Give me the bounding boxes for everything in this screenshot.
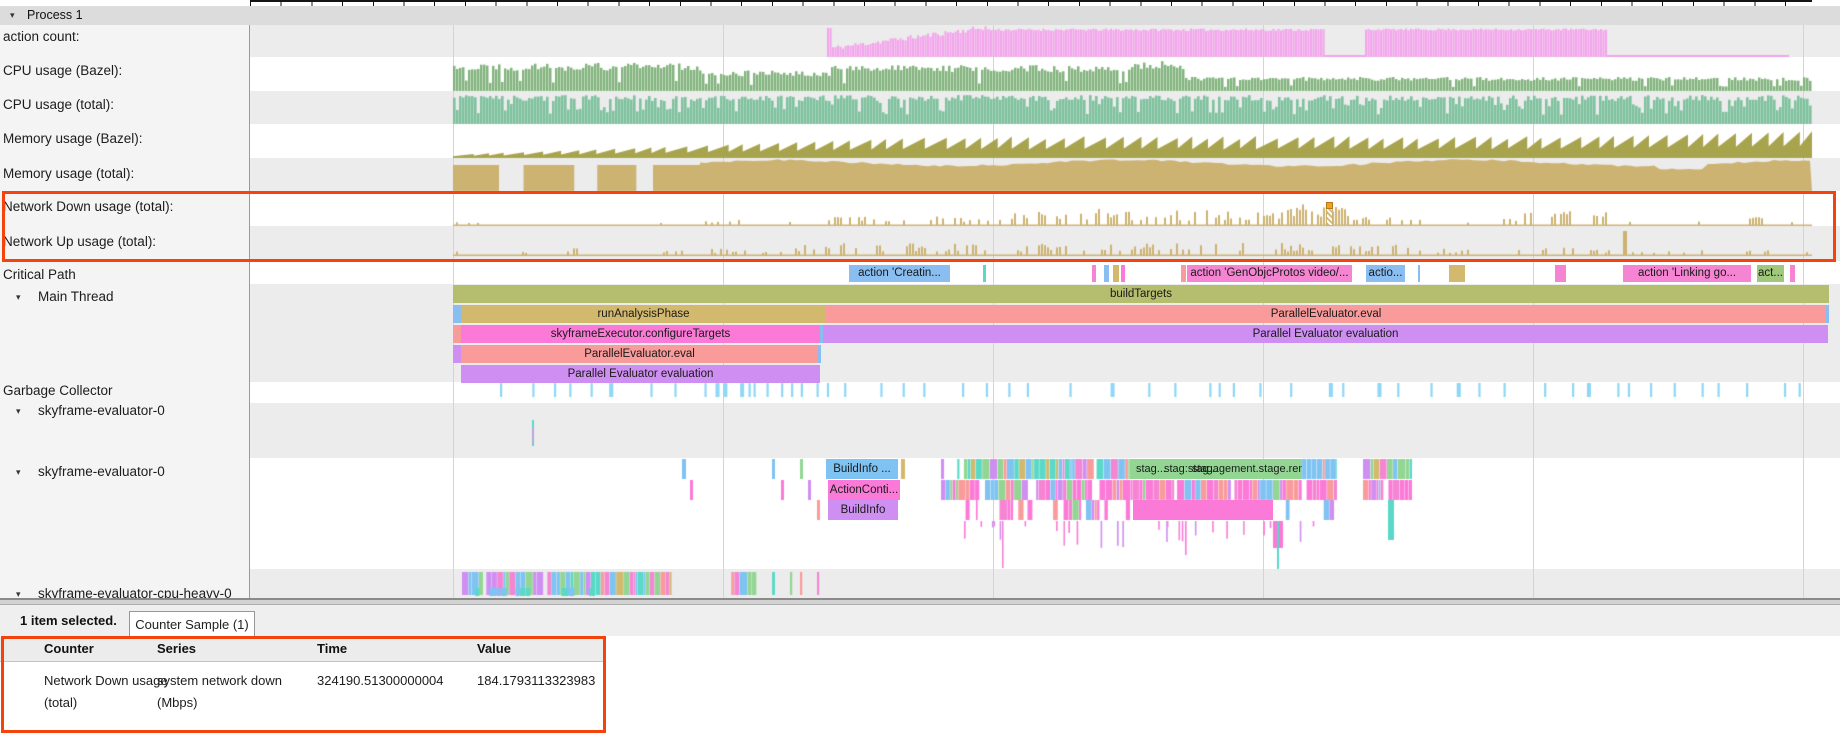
thread-slice[interactable]: [1133, 500, 1273, 520]
thread-slice[interactable]: BuildInfo ...: [826, 459, 898, 479]
critical-path-slice[interactable]: action 'Linking go...: [1623, 265, 1751, 282]
critical-path-slice[interactable]: [983, 265, 986, 282]
overlapping-slice-label: stagagement.stage.remot...: [1192, 459, 1302, 479]
critical-path-slice[interactable]: [1104, 265, 1109, 282]
critical-path-slice[interactable]: [1449, 265, 1465, 282]
flame-slice[interactable]: buildTargets: [453, 285, 1829, 303]
critical-path-slice[interactable]: [1790, 265, 1795, 282]
critical-path-slice[interactable]: [1113, 265, 1119, 282]
flame-slice[interactable]: Parallel Evaluator evaluation: [461, 365, 820, 383]
critical-path-slice[interactable]: [1418, 265, 1420, 282]
critical-path-slice[interactable]: [1092, 265, 1096, 282]
flame-slice[interactable]: ParallelEvaluator.eval: [461, 345, 818, 363]
overlapping-slice-label: stag...: [1136, 459, 1166, 479]
flame-slice[interactable]: [453, 345, 461, 363]
flame-slice[interactable]: [1826, 305, 1829, 323]
thread-slice-staging[interactable]: stag...stag:stag...stagagement.stage.rem…: [1130, 459, 1302, 479]
critical-path-slice[interactable]: [1121, 265, 1125, 282]
counter-chart-canvas[interactable]: [0, 0, 1840, 742]
critical-path-slice[interactable]: act...: [1757, 265, 1784, 282]
critical-path-slice[interactable]: [1555, 265, 1566, 282]
thread-slice[interactable]: BuildInfo: [828, 500, 898, 520]
flame-slice[interactable]: runAnalysisPhase: [461, 305, 826, 323]
thread-slice[interactable]: ActionConti...: [828, 480, 900, 500]
flame-slice[interactable]: [818, 345, 821, 363]
flame-slice[interactable]: skyframeExecutor.configureTargets: [461, 325, 820, 343]
flame-slice[interactable]: Parallel Evaluator evaluation: [823, 325, 1828, 343]
critical-path-slice[interactable]: action 'GenObjcProtos video/...: [1187, 265, 1352, 282]
critical-path-slice[interactable]: action 'Creatin...: [849, 265, 950, 282]
critical-path-slice[interactable]: actio...: [1366, 265, 1405, 282]
flame-slice[interactable]: ParallelEvaluator.eval: [826, 305, 1826, 323]
network-rows-highlight: [2, 191, 1836, 262]
trace-viewer: ▾ Process 1 action count:CPU usage (Baze…: [0, 0, 1840, 742]
critical-path-slice[interactable]: [1181, 265, 1186, 282]
flame-slice[interactable]: [453, 305, 461, 323]
table-highlight: [1, 636, 606, 733]
flame-slice[interactable]: [453, 325, 461, 343]
